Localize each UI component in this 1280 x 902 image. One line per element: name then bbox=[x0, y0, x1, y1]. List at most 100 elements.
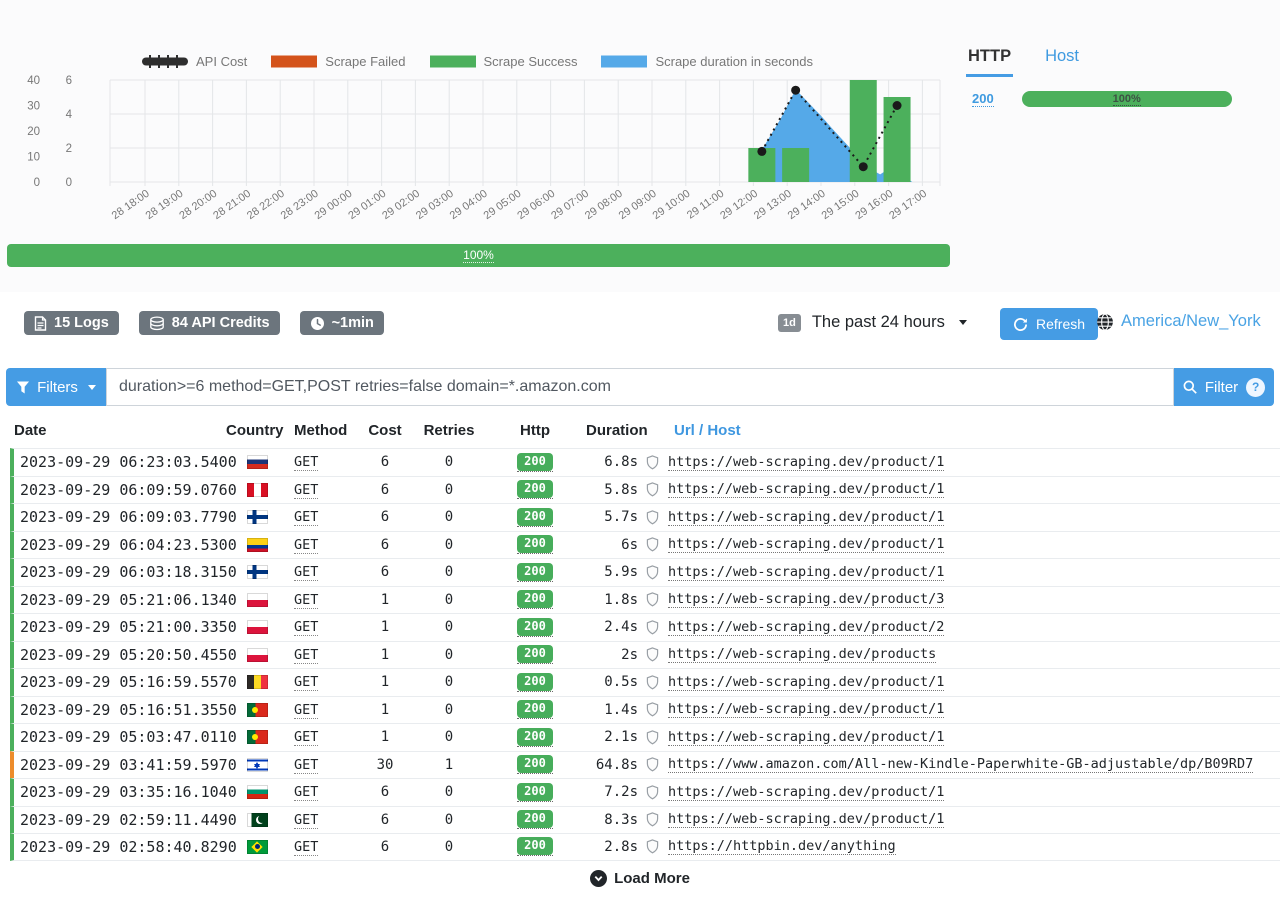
log-url-cell: https://web-scraping.dev/products bbox=[642, 646, 1280, 663]
legend-item-3[interactable]: Scrape duration in seconds bbox=[601, 54, 813, 69]
log-date: 2023-09-29 02:58:40.8290 bbox=[14, 838, 226, 856]
log-url-link[interactable]: https://web-scraping.dev/products bbox=[668, 646, 936, 663]
log-retries: 0 bbox=[406, 619, 492, 635]
table-row[interactable]: 2023-09-29 02:59:11.4490GET602008.3shttp… bbox=[10, 806, 1280, 834]
log-cost: 1 bbox=[364, 647, 406, 663]
log-url-cell: https://web-scraping.dev/product/3 bbox=[642, 591, 1280, 608]
http-status-badge: 200 bbox=[517, 508, 553, 526]
log-duration: 5.7s bbox=[578, 509, 642, 525]
log-retries: 0 bbox=[406, 702, 492, 718]
chevron-down-icon bbox=[959, 320, 967, 325]
table-row[interactable]: 2023-09-29 03:41:59.5970GET30120064.8sht… bbox=[10, 751, 1280, 779]
http-status-cell: 200 bbox=[492, 618, 578, 637]
log-retries: 1 bbox=[406, 757, 492, 773]
header-duration: Duration bbox=[578, 422, 642, 439]
country-cell bbox=[226, 840, 288, 854]
svg-text:29 02:00: 29 02:00 bbox=[380, 188, 422, 222]
log-url-link[interactable]: https://web-scraping.dev/product/2 bbox=[668, 619, 944, 636]
log-method: GET bbox=[288, 619, 364, 635]
time-range-dropdown[interactable]: 1d The past 24 hours bbox=[778, 313, 967, 332]
log-url-link[interactable]: https://web-scraping.dev/product/1 bbox=[668, 454, 944, 471]
timezone-link[interactable]: America/New_York bbox=[1096, 312, 1261, 331]
table-row[interactable]: 2023-09-29 05:16:59.5570GET102000.5shttp… bbox=[10, 668, 1280, 696]
tab-host[interactable]: Host bbox=[1043, 45, 1081, 74]
filters-dropdown-button[interactable]: Filters bbox=[6, 368, 106, 406]
http-200-link[interactable]: 200 bbox=[972, 91, 994, 107]
log-date: 2023-09-29 06:03:18.3150 bbox=[14, 563, 226, 581]
log-url-link[interactable]: https://web-scraping.dev/product/1 bbox=[668, 509, 944, 526]
table-row[interactable]: 2023-09-29 06:09:59.0760GET602005.8shttp… bbox=[10, 476, 1280, 504]
log-method: GET bbox=[288, 454, 364, 470]
http-status-badge: 200 bbox=[517, 618, 553, 636]
svg-text:29 01:00: 29 01:00 bbox=[346, 188, 388, 222]
log-url-link[interactable]: https://web-scraping.dev/product/3 bbox=[668, 591, 944, 608]
table-row[interactable]: 2023-09-29 03:35:16.1040GET602007.2shttp… bbox=[10, 778, 1280, 806]
log-url-link[interactable]: https://www.amazon.com/All-new-Kindle-Pa… bbox=[668, 756, 1253, 773]
refresh-label: Refresh bbox=[1036, 316, 1085, 332]
filter-query-input[interactable] bbox=[106, 368, 1174, 406]
log-method: GET bbox=[288, 729, 364, 745]
flag-bg-icon bbox=[247, 785, 268, 799]
log-date: 2023-09-29 03:35:16.1040 bbox=[14, 783, 226, 801]
log-method: GET bbox=[288, 702, 364, 718]
log-duration: 2.4s bbox=[578, 619, 642, 635]
log-url-link[interactable]: https://web-scraping.dev/product/1 bbox=[668, 536, 944, 553]
country-cell bbox=[226, 620, 288, 634]
log-url-link[interactable]: https://web-scraping.dev/product/1 bbox=[668, 481, 944, 498]
log-date: 2023-09-29 05:16:59.5570 bbox=[14, 673, 226, 691]
table-row[interactable]: 2023-09-29 05:03:47.0110GET102002.1shttp… bbox=[10, 723, 1280, 751]
api-credits-badge: 84 API Credits bbox=[139, 311, 280, 335]
log-url-link[interactable]: https://web-scraping.dev/product/1 bbox=[668, 701, 944, 718]
refresh-button[interactable]: Refresh bbox=[1000, 308, 1098, 340]
legend-item-0[interactable]: API Cost bbox=[142, 54, 247, 69]
log-url-link[interactable]: https://httpbin.dev/anything bbox=[668, 838, 896, 855]
table-row[interactable]: 2023-09-29 02:58:40.8290GET602002.8shttp… bbox=[10, 833, 1280, 861]
table-row[interactable]: 2023-09-29 06:04:23.5300GET602006shttps:… bbox=[10, 531, 1280, 559]
country-cell bbox=[226, 648, 288, 662]
table-row[interactable]: 2023-09-29 05:16:51.3550GET102001.4shttp… bbox=[10, 696, 1280, 724]
log-url-link[interactable]: https://web-scraping.dev/product/1 bbox=[668, 564, 944, 581]
svg-text:10: 10 bbox=[27, 152, 40, 164]
log-duration: 2.8s bbox=[578, 839, 642, 855]
svg-text:29 08:00: 29 08:00 bbox=[583, 188, 625, 222]
log-url-link[interactable]: https://web-scraping.dev/product/1 bbox=[668, 811, 944, 828]
table-row[interactable]: 2023-09-29 05:21:00.3350GET102002.4shttp… bbox=[10, 613, 1280, 641]
http-status-cell: 200 bbox=[492, 673, 578, 692]
log-url-cell: https://web-scraping.dev/product/1 bbox=[642, 536, 1280, 553]
log-url-link[interactable]: https://web-scraping.dev/product/1 bbox=[668, 729, 944, 746]
log-method: GET bbox=[288, 812, 364, 828]
table-row[interactable]: 2023-09-29 05:21:06.1340GET102001.8shttp… bbox=[10, 586, 1280, 614]
svg-text:0: 0 bbox=[66, 177, 72, 189]
table-row[interactable]: 2023-09-29 06:09:03.7790GET602005.7shttp… bbox=[10, 503, 1280, 531]
table-row[interactable]: 2023-09-29 06:23:03.5400GET602006.8shttp… bbox=[10, 448, 1280, 476]
flag-br-icon bbox=[247, 840, 268, 854]
legend-item-2[interactable]: Scrape Success bbox=[430, 54, 578, 69]
log-duration: 64.8s bbox=[578, 757, 642, 773]
credits-icon bbox=[149, 316, 165, 331]
svg-text:29 12:00: 29 12:00 bbox=[718, 188, 760, 222]
log-url-link[interactable]: https://web-scraping.dev/product/1 bbox=[668, 784, 944, 801]
tab-http[interactable]: HTTP bbox=[966, 45, 1013, 77]
header-url-host[interactable]: Url / Host bbox=[642, 422, 1280, 439]
header-http: Http bbox=[492, 422, 578, 439]
log-cost: 6 bbox=[364, 509, 406, 525]
table-row[interactable]: 2023-09-29 05:20:50.4550GET102002shttps:… bbox=[10, 641, 1280, 669]
log-duration: 2.1s bbox=[578, 729, 642, 745]
shield-icon bbox=[646, 812, 659, 827]
log-cost: 6 bbox=[364, 482, 406, 498]
log-retries: 0 bbox=[406, 647, 492, 663]
log-retries: 0 bbox=[406, 812, 492, 828]
flag-pe-icon bbox=[247, 483, 268, 497]
log-cost: 1 bbox=[364, 619, 406, 635]
table-row[interactable]: 2023-09-29 06:03:18.3150GET602005.9shttp… bbox=[10, 558, 1280, 586]
shield-icon bbox=[646, 757, 659, 772]
log-retries: 0 bbox=[406, 482, 492, 498]
log-retries: 0 bbox=[406, 509, 492, 525]
legend-item-1[interactable]: Scrape Failed bbox=[271, 54, 405, 69]
log-date: 2023-09-29 05:16:51.3550 bbox=[14, 701, 226, 719]
load-more-button[interactable]: Load More bbox=[0, 870, 1280, 887]
svg-text:28 22:00: 28 22:00 bbox=[245, 188, 287, 222]
log-url-link[interactable]: https://web-scraping.dev/product/1 bbox=[668, 674, 944, 691]
filter-submit-button[interactable]: Filter ? bbox=[1174, 368, 1274, 406]
help-icon[interactable]: ? bbox=[1246, 378, 1265, 397]
